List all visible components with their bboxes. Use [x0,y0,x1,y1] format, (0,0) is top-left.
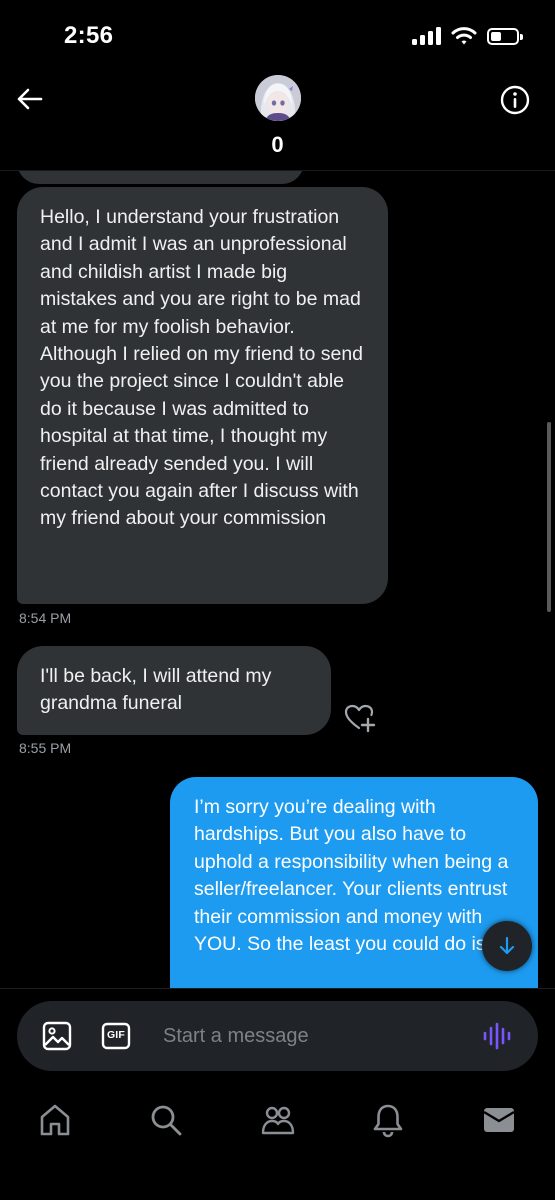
heart-add-reaction-icon[interactable] [344,703,376,733]
received-message-bubble[interactable]: Hello, I understand your frustration and… [17,187,388,604]
nav-search[interactable] [146,1100,186,1140]
sent-message-bubble[interactable]: I’m sorry you’re dealing with hardships.… [170,777,538,988]
status-bar: 2:56 [0,0,555,70]
status-time: 2:56 [64,22,114,49]
gif-button[interactable]: GIF [101,1022,131,1050]
gif-label: GIF [106,1029,126,1041]
conversation-header: 0 [0,70,555,171]
message-composer: GIF [17,1001,538,1071]
message-text: I’m sorry you’re dealing with hardships.… [194,796,513,956]
nav-messages[interactable] [479,1100,519,1140]
battery-icon [487,27,523,45]
communities-icon [261,1106,295,1135]
scrollbar[interactable] [547,422,551,612]
message-timestamp: 8:54 PM [19,610,72,626]
back-arrow-icon[interactable] [14,84,44,114]
received-message-bubble[interactable]: I'll be back, I will attend my grandma f… [17,646,331,735]
search-icon [151,1105,182,1136]
messages-icon [483,1108,515,1132]
message-text: I'll be back, I will attend my grandma f… [40,665,272,715]
nav-home[interactable] [35,1100,75,1140]
nav-communities[interactable] [258,1100,298,1140]
home-icon [40,1104,70,1136]
bottom-navigation [0,1080,555,1200]
avatar[interactable] [255,75,301,121]
notifications-icon [373,1104,403,1138]
arrow-down-icon [499,936,515,955]
info-icon[interactable] [499,84,531,116]
wifi-icon [451,27,477,45]
scroll-to-bottom-button[interactable] [482,921,532,971]
composer-area: GIF [0,988,555,1081]
message-input[interactable] [163,1019,463,1053]
status-icons [412,26,523,46]
message-text: Hello, I understand your frustration and… [40,206,364,530]
nav-notifications[interactable] [368,1100,408,1140]
contact-name[interactable]: 0 [0,132,555,158]
message-thread[interactable]: Hello, I understand your frustration and… [0,170,555,988]
voice-message-icon[interactable] [482,1021,512,1051]
image-icon[interactable] [41,1020,73,1052]
previous-message-bubble[interactable] [17,170,304,184]
message-timestamp: 8:55 PM [19,740,72,756]
cellular-signal-icon [412,27,441,45]
